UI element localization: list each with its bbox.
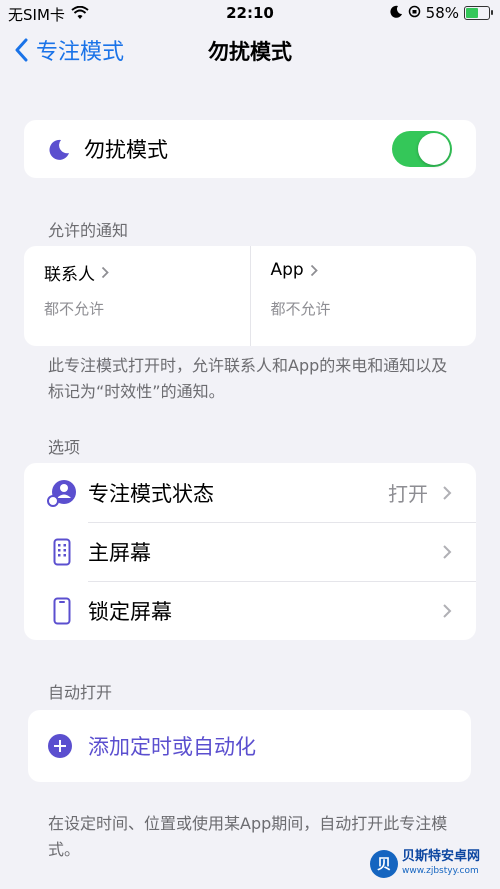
battery-icon: [464, 6, 493, 20]
moon-icon: [49, 139, 69, 160]
focus-toggle-card: 勿扰模式: [24, 120, 476, 178]
chevron-right-icon: [443, 603, 452, 618]
battery-fill: [466, 8, 478, 18]
navigation-bar: 专注模式 勿扰模式: [0, 26, 500, 74]
option-home-screen[interactable]: 主屏幕: [24, 522, 476, 581]
status-right: 58%: [390, 4, 493, 22]
allowed-people-subtitle: 都不允许: [44, 300, 105, 318]
options-header: 选项: [48, 438, 81, 457]
allowed-notifications-card: 联系人 都不允许 App 都不允许: [24, 246, 476, 346]
watermark: 贝 贝斯特安卓网 www.zjbstyy.com: [370, 850, 480, 878]
option-lock-screen[interactable]: 锁定屏幕: [24, 581, 476, 640]
page-title: 勿扰模式: [208, 40, 292, 64]
option-label: 锁定屏幕: [88, 599, 172, 624]
moon-status-icon: [390, 4, 403, 22]
allowed-apps-title: App: [271, 260, 318, 280]
focus-toggle-switch[interactable]: [392, 131, 452, 167]
focus-status-icon: [42, 479, 82, 507]
home-screen-icon: [42, 538, 82, 566]
switch-knob: [418, 133, 450, 165]
allowed-people-title: 联系人: [44, 260, 109, 285]
auto-on-card: 添加定时或自动化: [28, 710, 471, 782]
chevron-right-icon: [443, 544, 452, 559]
focus-toggle-label: 勿扰模式: [84, 138, 168, 162]
allowed-apps-label: App: [270, 260, 304, 280]
option-focus-status[interactable]: 专注模式状态 打开: [24, 463, 476, 522]
watermark-logo-icon: 贝: [370, 850, 398, 878]
allowed-notifications-footnote: 此专注模式打开时，允许联系人和App的来电和通知以及标记为“时效性”的通知。: [48, 356, 448, 401]
allowed-apps-cell[interactable]: App 都不允许: [249, 246, 477, 346]
add-schedule-button[interactable]: 添加定时或自动化: [28, 710, 471, 782]
watermark-text: 贝斯特安卓网 www.zjbstyy.com: [402, 850, 480, 878]
watermark-name: 贝斯特安卓网: [402, 849, 481, 864]
focus-toggle-row: 勿扰模式: [24, 120, 476, 178]
plus-circle-icon: [48, 734, 72, 758]
option-label: 专注模式状态: [88, 481, 214, 506]
option-label: 主屏幕: [88, 540, 151, 565]
option-value: 打开: [388, 482, 428, 506]
battery-percent: 58%: [425, 4, 459, 22]
allowed-apps-subtitle: 都不允许: [270, 300, 331, 318]
add-schedule-label: 添加定时或自动化: [88, 735, 256, 759]
allowed-people-label: 联系人: [44, 265, 95, 285]
allowed-notifications-header: 允许的通知: [48, 221, 129, 240]
options-card: 专注模式状态 打开 主屏幕 锁定屏幕: [24, 463, 476, 640]
chevron-right-icon: [310, 264, 318, 276]
lock-screen-icon: [42, 597, 82, 625]
orientation-lock-icon: [408, 4, 421, 22]
watermark-url: www.zjbstyy.com: [402, 866, 479, 876]
chevron-right-icon: [443, 485, 452, 500]
status-bar: 无SIM卡 22:10 58%: [0, 0, 500, 26]
auto-on-header: 自动打开: [48, 683, 113, 702]
chevron-right-icon: [101, 266, 109, 279]
allowed-people-cell[interactable]: 联系人 都不允许: [24, 246, 250, 346]
